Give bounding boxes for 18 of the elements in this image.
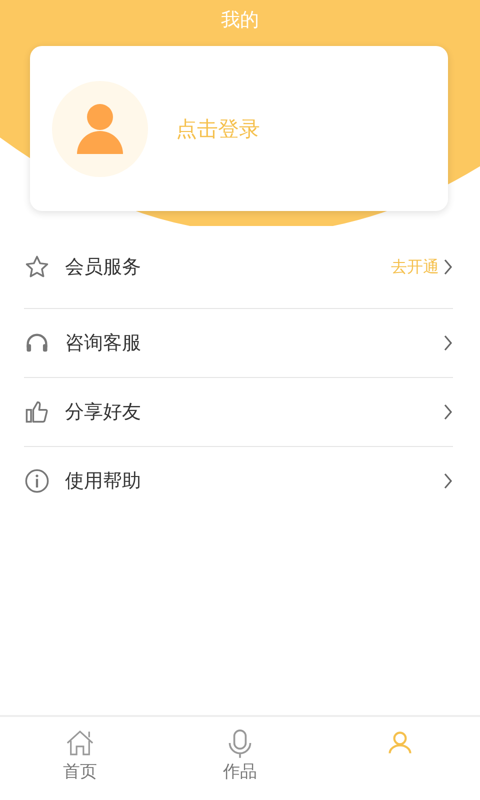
info-icon xyxy=(24,468,50,494)
chevron-right-icon xyxy=(443,473,453,489)
chevron-right-icon xyxy=(443,404,453,420)
page-title: 我的 xyxy=(220,8,260,33)
menu-item[interactable]: 分享好友 xyxy=(24,378,453,447)
menu-label: 咨询客服 xyxy=(65,331,142,356)
menu-label: 使用帮助 xyxy=(65,469,142,494)
menu-label: 会员服务 xyxy=(65,255,142,280)
chevron-right-icon xyxy=(443,335,453,351)
thumbs-up-icon xyxy=(24,399,50,425)
tab[interactable]: 作品 xyxy=(160,717,320,800)
star-icon xyxy=(24,254,50,280)
menu-item[interactable]: 咨询客服 xyxy=(24,309,453,378)
menu-item[interactable]: 会员服务 去开通 xyxy=(24,226,453,309)
menu-label: 分享好友 xyxy=(65,400,142,425)
chevron-right-icon xyxy=(443,259,453,275)
tab[interactable]: 首页 xyxy=(0,717,160,800)
menu-item[interactable]: 使用帮助 xyxy=(24,447,453,515)
